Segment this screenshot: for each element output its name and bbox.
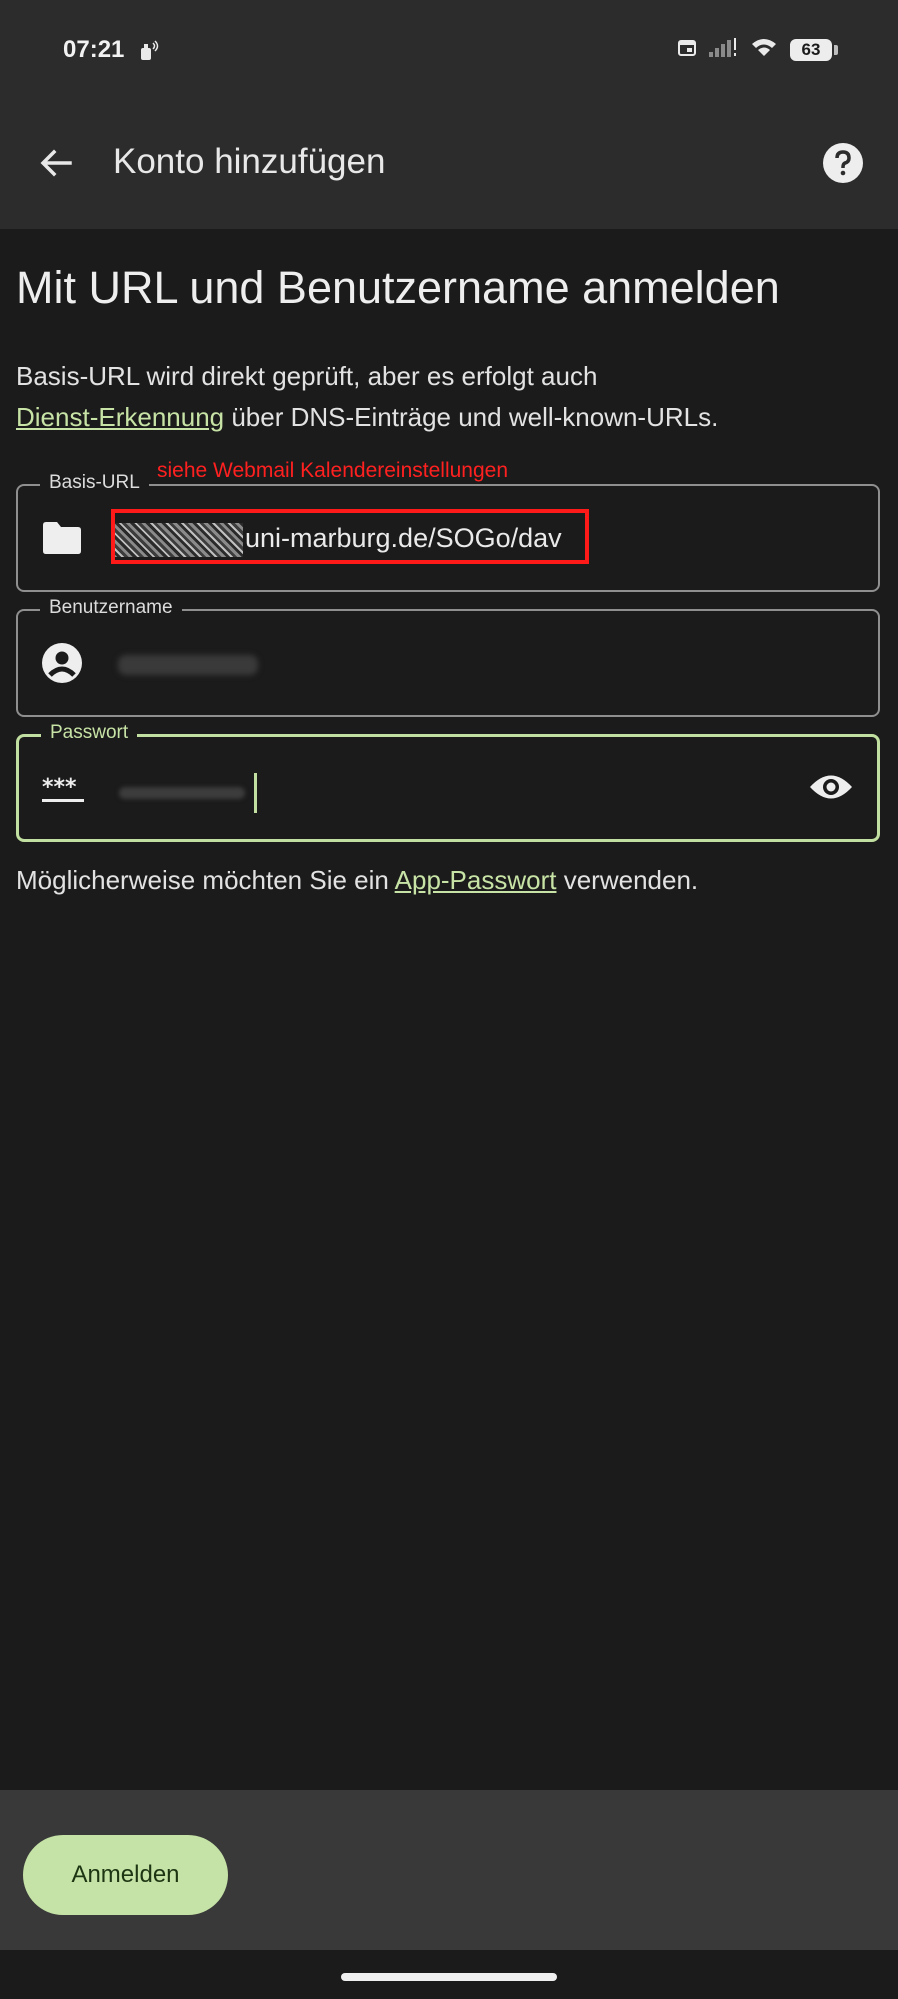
text-cursor [254, 773, 257, 813]
signal-icon [708, 36, 738, 63]
service-discovery-link[interactable]: Dienst-Erkennung [16, 402, 224, 432]
username-label: Benutzername [40, 597, 182, 619]
redacted-username [118, 655, 258, 675]
hint-text-part-2: verwenden. [556, 865, 699, 895]
notification-icon [139, 40, 159, 67]
eye-icon [808, 772, 854, 807]
section-heading: Mit URL und Benutzername anmelden [16, 262, 780, 313]
help-button[interactable] [818, 140, 868, 190]
password-field[interactable]: Passwort *** [16, 722, 880, 842]
intro-text-part-2: über DNS-Einträge und well-known-URLs. [224, 402, 719, 432]
wifi-icon [750, 36, 778, 63]
username-field[interactable]: Benutzername [16, 597, 880, 717]
folder-icon [40, 516, 84, 560]
redacted-password [119, 787, 245, 799]
calendar-icon [678, 38, 696, 61]
status-icons: 63 [678, 36, 838, 63]
password-label: Passwort [41, 722, 138, 744]
arrow-back-icon [38, 145, 74, 186]
back-button[interactable] [28, 140, 84, 190]
app-password-hint: Möglicherweise möchten Sie ein App-Passw… [16, 865, 698, 896]
screen: 07:21 63 Konto hinzufügen Mit URL und Be… [0, 0, 898, 1999]
help-icon [822, 142, 864, 189]
highlight-box [111, 509, 589, 564]
gesture-nav-area [0, 1950, 898, 1999]
account-circle-icon [40, 641, 84, 685]
app-password-link[interactable]: App-Passwort [395, 865, 557, 895]
base-url-field[interactable]: Basis-URL uni-marburg.de/SOGo/dav [16, 472, 880, 592]
app-bar: Konto hinzufügen [0, 100, 898, 229]
battery-level: 63 [790, 38, 832, 61]
home-gesture-handle[interactable] [341, 1973, 557, 1981]
password-icon: *** [41, 767, 85, 811]
intro-text-part-1: Basis-URL wird direkt geprüft, aber es e… [16, 361, 598, 391]
intro-text: Basis-URL wird direkt geprüft, aber es e… [16, 356, 876, 438]
battery-icon: 63 [790, 38, 838, 61]
base-url-label: Basis-URL [40, 472, 149, 494]
login-button[interactable]: Anmelden [23, 1835, 228, 1915]
hint-text-part-1: Möglicherweise möchten Sie ein [16, 865, 395, 895]
page-title: Konto hinzufügen [113, 142, 386, 181]
annotation-label: siehe Webmail Kalendereinstellungen [157, 459, 509, 482]
bottom-action-bar: Anmelden [0, 1790, 898, 1950]
toggle-password-visibility-button[interactable] [807, 767, 855, 811]
status-bar: 07:21 63 [0, 0, 898, 100]
status-time: 07:21 [63, 36, 125, 63]
svg-text:***: *** [42, 775, 77, 800]
battery-tip [834, 44, 838, 55]
